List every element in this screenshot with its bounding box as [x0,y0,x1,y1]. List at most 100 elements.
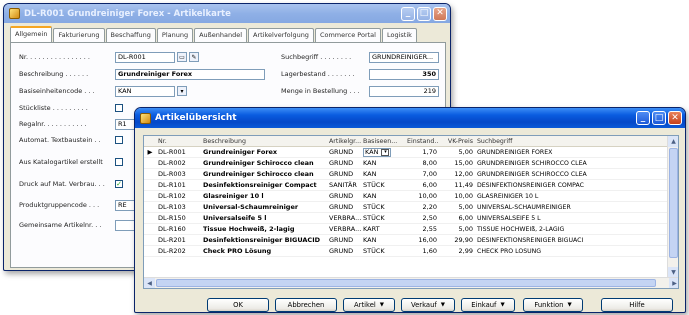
column-header-vk-preis[interactable]: VK-Preis [439,138,475,145]
cell-artikelgruppe: GRUND [329,148,354,156]
column-header-einstand[interactable]: Einstand... [405,138,439,145]
field-basiseinheit: Basiseinheitencode . . . KAN ▾ [19,85,187,97]
minimize-icon[interactable]: _ [636,111,650,125]
cell-nr: DL-R003 [158,170,186,178]
table-row[interactable]: DL-R102 Glasreiniger 10 l GRUND KAN 10,0… [144,191,678,202]
table-row[interactable]: ▶ DL-R001 Grundreiniger Forex GRUND KAN ▾… [144,147,678,158]
druck-checkbox-checked[interactable]: ✓ [115,180,123,188]
regalnr-input[interactable]: R1 [115,118,135,130]
beschreibung-label: Beschreibung . . . . . . [19,70,89,78]
table-row[interactable]: DL-R103 Universal-Schaumreiniger GRUND S… [144,202,678,213]
cell-basiseinheit: KAN [363,236,377,244]
lagerbestand-label: Lagerbestand . . . . . . . [281,70,355,78]
column-header-beschreibung[interactable]: Beschreibung [201,138,327,145]
druck-label: Druck auf Mat. Verbrau. . . [19,180,105,188]
cell-einstand: 2,50 [422,214,437,222]
tab-allgemein[interactable]: Allgemein [10,26,53,42]
cell-einstand: 2,20 [422,203,437,211]
menu-arrow-icon: ▼ [567,302,572,308]
basis-input[interactable]: KAN [115,85,175,97]
cell-artikelgruppe: GRUND [329,203,354,211]
minimize-icon[interactable]: _ [401,6,415,21]
artikel-menu-button[interactable]: Artikel ▼ [343,298,395,312]
lagerbestand-value[interactable]: 350 [369,68,439,80]
horizontal-scrollbar[interactable]: ◀ ▶ [144,277,678,288]
beschreibung-input[interactable]: Grundreiniger Forex [115,68,265,80]
cell-basiseinheit: KAN [363,192,377,200]
maximize-icon[interactable]: □ [417,6,431,21]
cell-suchbegriff: DESINFEKTIONSREINIGER COMPAC [477,181,584,189]
table-row[interactable]: DL-R160 Tissue Hochweiß, 2-lagig VERBRA.… [144,224,678,235]
cell-suchbegriff: GRUNDREINIGER SCHIROCCO CLEA [477,159,587,167]
stueckliste-checkbox[interactable] [115,104,123,112]
help-button[interactable]: Hilfe [601,298,673,312]
vertical-scrollbar[interactable]: ▲ ▼ [667,136,678,278]
field-gemeinsame: Gemeinsame Artikelnr. . . [19,219,135,231]
tab-commerce-portal[interactable]: Commerce Portal [314,28,381,42]
tab-beschaffung[interactable]: Beschaffung [105,28,156,42]
table-row[interactable]: DL-R201 Desinfektionsreiniger BIGUACID G… [144,235,678,246]
nr-input[interactable]: DL-R001 [115,51,175,63]
cell-vk-preis: 6,00 [458,214,473,222]
column-header-suchbegriff[interactable]: Suchbegriff [475,138,671,145]
katalog-checkbox[interactable] [115,158,123,166]
tab-artikelverfolgung[interactable]: Artikelverfolgung [248,28,314,42]
table-row[interactable]: DL-R003 Grundreiniger Schirocco clean GR… [144,169,678,180]
assist-edit-icon[interactable]: ▭ [177,52,187,62]
scroll-right-icon[interactable]: ▶ [669,278,678,288]
textbaustein-label: Automat. Textbaustein . . [19,136,101,144]
close-icon[interactable]: ✕ [433,6,447,21]
edit-pencil-icon[interactable]: ✎ [189,52,199,62]
field-beschreibung: Beschreibung . . . . . . Grundreiniger F… [19,68,265,80]
einkauf-menu-button[interactable]: Einkauf ▼ [461,298,515,312]
cell-beschreibung: Desinfektionsreiniger BIGUACID [203,236,321,244]
textbaustein-checkbox[interactable] [115,136,123,144]
funktion-menu-button[interactable]: Funktion ▼ [523,298,583,312]
cell-basiseinheit: KAN [363,159,377,167]
verkauf-menu-button[interactable]: Verkauf ▼ [401,298,455,312]
artikel-menu-label: Artikel [354,301,376,309]
gemeinsame-input[interactable] [115,219,135,231]
cancel-button[interactable]: Abbrechen [275,298,337,312]
column-header-nr[interactable]: Nr. [156,138,201,145]
cell-vk-preis: 5,00 [458,225,473,233]
tab-aussenhandel[interactable]: Außenhandel [194,28,248,42]
column-header-basiseinheit[interactable]: Basiseen... [361,138,405,145]
grid-header: Nr. Beschreibung Artikelgr... Basiseen..… [144,136,678,147]
scroll-thumb[interactable] [669,148,678,258]
cell-vk-preis: 12,00 [454,170,473,178]
suchbegriff-input[interactable]: GRUNDREINIGER... [369,51,439,63]
close-icon[interactable]: ✕ [668,111,682,125]
nr-label: Nr. . . . . . . . . . . . . . . . [19,53,90,61]
column-header-artikelgruppe[interactable]: Artikelgr... [327,138,361,145]
cell-nr: DL-R201 [158,236,186,244]
cell-nr: DL-R101 [158,181,186,189]
scroll-thumb[interactable] [156,279,656,287]
menu-arrow-icon: ▼ [379,302,384,308]
cell-basiseinheit: KART [363,225,380,233]
table-row[interactable]: DL-R101 Desinfektionsreiniger Compact SA… [144,180,678,191]
bestellung-value[interactable]: 219 [369,85,439,97]
maximize-icon[interactable]: □ [652,111,666,125]
scroll-up-icon[interactable]: ▲ [668,136,678,147]
produktgruppe-input[interactable]: RE [115,199,135,211]
item-overview-titlebar[interactable]: Artikelübersicht _ □ ✕ [135,108,685,128]
lookup-arrow-icon[interactable]: ▾ [177,86,187,96]
tab-logistik[interactable]: Logistik [381,28,417,42]
scroll-left-icon[interactable]: ◀ [144,278,155,288]
cell-einstand: 8,00 [422,159,437,167]
ok-button[interactable]: OK [207,298,269,312]
table-row[interactable]: DL-R150 Universalseife 5 l VERBRA... STÜ… [144,213,678,224]
field-lagerbestand: Lagerbestand . . . . . . . 350 [281,68,439,80]
table-row[interactable]: DL-R202 Check PRO Lösung GRUND STÜCK 1,6… [144,246,678,257]
table-row[interactable]: DL-R002 Grundreiniger Schirocco clean GR… [144,158,678,169]
cell-basiseinheit: STÜCK [363,247,385,255]
tab-planung[interactable]: Planung [156,28,194,42]
dropdown-arrow-icon[interactable]: ▾ [381,148,390,156]
item-card-titlebar[interactable]: DL-R001 Grundreiniger Forex - Artikelkar… [4,4,450,23]
cell-basiseinheit-editor[interactable]: KAN ▾ [361,147,405,157]
field-produktgruppe: Produktgruppencode . . . RE [19,199,135,211]
tab-fakturierung[interactable]: Fakturierung [53,28,105,42]
item-card-title: DL-R001 Grundreiniger Forex - Artikelkar… [24,8,231,19]
cell-basiseinheit: STÜCK [363,214,385,222]
